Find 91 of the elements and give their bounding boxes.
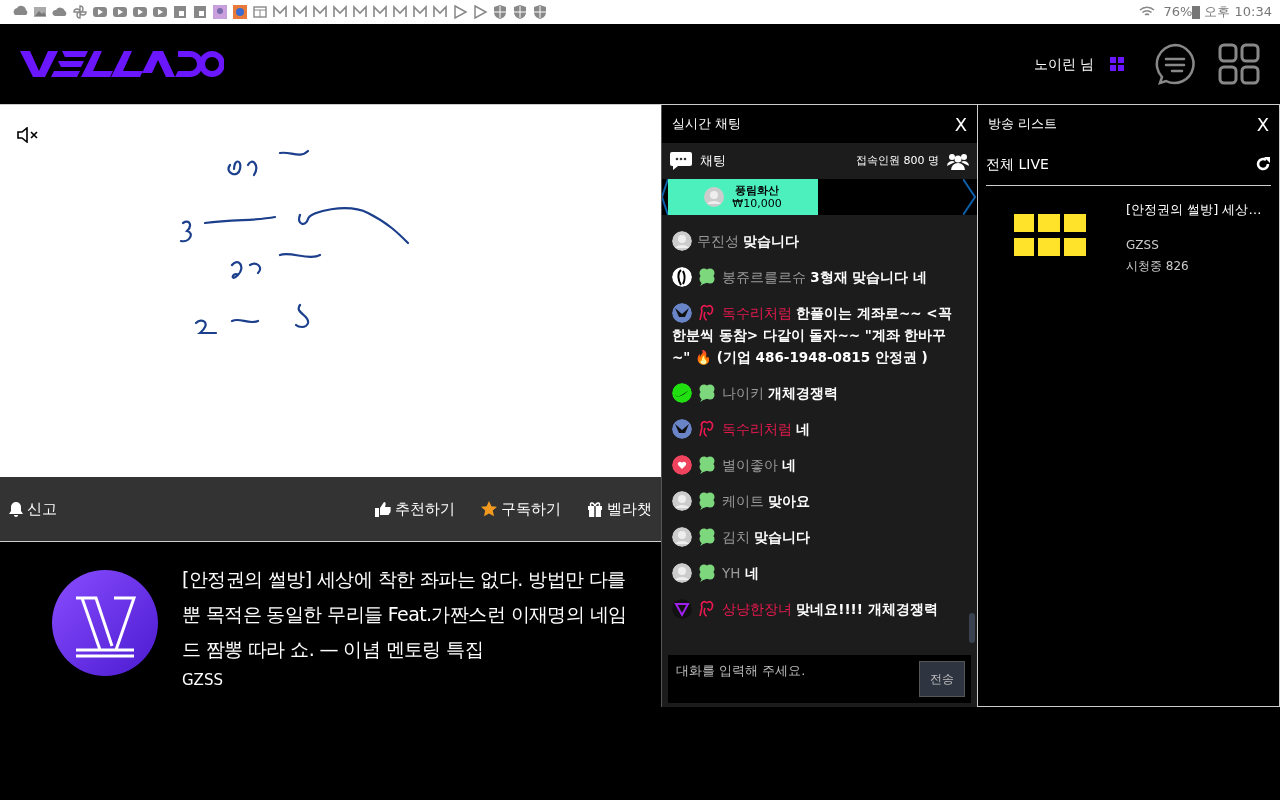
battery-percent: 76%: [1163, 3, 1193, 22]
mail-icon: [292, 4, 308, 20]
donation-amount: ₩10,000: [732, 197, 782, 210]
send-button[interactable]: 전송: [919, 661, 965, 697]
thumbs-up-icon: [375, 501, 391, 517]
shield-icon: [512, 4, 528, 20]
scrollbar-thumb[interactable]: [969, 613, 975, 643]
chat-message: 상냥한장녀 맞네요!!!! 개체경쟁력: [672, 598, 963, 620]
avatar-icon: [672, 267, 692, 287]
clover-icon: [697, 527, 717, 547]
mute-icon[interactable]: [17, 127, 39, 143]
play-icon: [152, 4, 168, 20]
chat-message: 봉쥬르를르슈 3형재 맞습니다 네: [672, 266, 963, 288]
triangle-avatar-icon: [672, 599, 692, 619]
clover-icon: [697, 383, 717, 403]
chat-tab[interactable]: 채팅: [700, 151, 848, 171]
mail-icon: [372, 4, 388, 20]
clock-text: 오후 10:34: [1204, 3, 1272, 22]
apps-icon[interactable]: [1218, 43, 1260, 85]
mail-icon: [272, 4, 288, 20]
channel-name: GZSS: [1126, 236, 1160, 254]
clover-icon: [697, 563, 717, 583]
viewer-count: 시청중 826: [1126, 257, 1190, 275]
clover-icon: [697, 267, 717, 287]
refresh-icon[interactable]: [1255, 156, 1271, 172]
stream-title[interactable]: [안정권의 썰방] 세상…: [1126, 200, 1262, 220]
chat-icon[interactable]: [1154, 43, 1196, 85]
stream-title: [안정권의 썰방] 세상에 착한 좌파는 없다. 방법만 다를 뿐 목적은 동일한 무리들 Feat.가짠스런 이재명의 네임드 짬뽕 따라 쇼. — 이념 멘토링 특집: [182, 567, 628, 662]
panel-title: 실시간 채팅: [672, 115, 742, 134]
shield-icon: [492, 4, 508, 20]
channel-name[interactable]: GZSS: [182, 669, 641, 692]
like-button[interactable]: 추천하기: [374, 496, 456, 522]
report-button[interactable]: 신고: [8, 496, 58, 522]
gift-button[interactable]: 벨라챗: [586, 496, 653, 522]
avatar-icon: [672, 491, 692, 511]
shield-icon: [532, 4, 548, 20]
chat-message: 나이키 개체경쟁력: [672, 382, 963, 404]
vellado-logo[interactable]: [20, 49, 224, 79]
bell-icon: [9, 501, 23, 517]
chat-message: 김치 맞습니다: [672, 526, 963, 548]
chat-message: 독수리처럼 네: [672, 418, 963, 440]
swoosh-avatar-icon: [672, 383, 692, 403]
mail-icon: [352, 4, 368, 20]
app-icon: [232, 4, 248, 20]
play-icon: [112, 4, 128, 20]
avatar-icon: [672, 231, 692, 251]
speech-bubble-icon: [670, 152, 692, 170]
mail-icon: [432, 4, 448, 20]
bird-avatar-icon: [672, 303, 692, 323]
app-icon: [212, 4, 228, 20]
star-icon: [481, 501, 497, 517]
panel-title: 방송 리스트: [988, 115, 1058, 134]
grid-icon[interactable]: [1110, 57, 1124, 71]
mail-icon: [392, 4, 408, 20]
bird-avatar-icon: [672, 419, 692, 439]
channel-avatar[interactable]: [52, 570, 158, 676]
donor-name: 풍림화산: [734, 184, 780, 197]
close-button[interactable]: X: [954, 110, 967, 138]
clover-icon: [697, 455, 717, 475]
chat-message: 별이좋아 네: [672, 454, 963, 476]
chat-message: 독수리처럼 한풀이는 계좌로~~ <꼭 한분씩 동참> 다같이 돌자~~ "계좌 한바꾸~" 🔥 (기업 486-1948-0815 안정권 ): [672, 302, 953, 367]
user-name[interactable]: 노이린 님: [1033, 53, 1094, 75]
chat-message: YH 네: [672, 562, 963, 584]
heart-avatar-icon: [672, 455, 692, 475]
chat-message: 무진성 맞습니다: [672, 230, 963, 252]
play-store-icon: [472, 4, 488, 20]
avatar-icon: [672, 527, 692, 547]
chat-input-field[interactable]: 대화를 입력해 주세요. 전송: [668, 655, 971, 703]
play-store-icon: [452, 4, 468, 20]
clover-icon: [697, 491, 717, 511]
play-icon: [92, 4, 108, 20]
close-button[interactable]: X: [1256, 110, 1269, 138]
subscribe-button[interactable]: 구독하기: [480, 496, 562, 522]
viewer-count: 접속인원 800 명: [856, 152, 939, 169]
avatar-icon: [672, 563, 692, 583]
pinwheel-icon: [72, 4, 88, 20]
image-icon: [32, 4, 48, 20]
chat-message: 케이트 맞아요: [672, 490, 963, 512]
mail-icon: [312, 4, 328, 20]
gift-icon: [587, 501, 603, 517]
play-icon: [132, 4, 148, 20]
square-icon: [192, 4, 208, 20]
mail-icon: [412, 4, 428, 20]
avatar-icon: [704, 187, 725, 207]
mail-icon: [332, 4, 348, 20]
users-icon: [947, 152, 969, 170]
battery-icon: [1192, 5, 1201, 19]
square-icon: [172, 4, 188, 20]
donation-card[interactable]: 풍림화산 ₩10,000: [668, 179, 818, 215]
window-icon: [252, 4, 268, 20]
filter-label[interactable]: 전체 LIVE: [986, 153, 1049, 175]
